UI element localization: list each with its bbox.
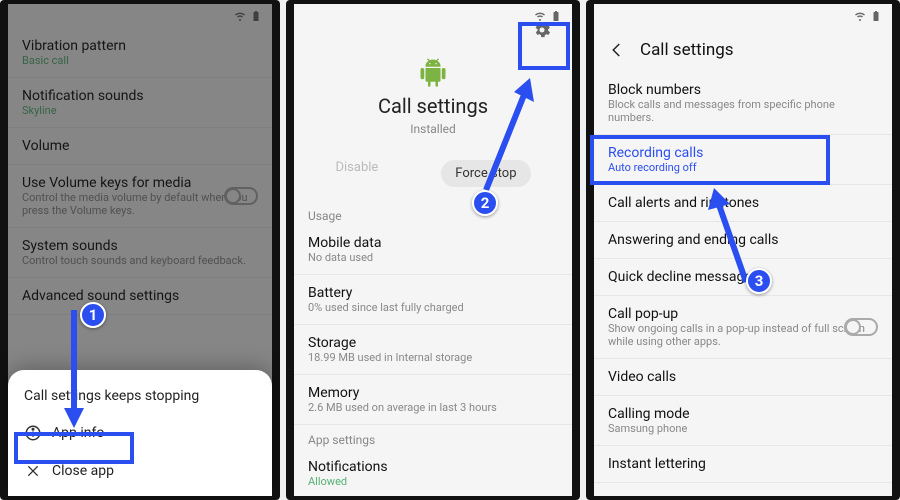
crash-dialog: Call settings keeps stopping App info Clo…	[8, 370, 272, 496]
header-bar: Call settings	[594, 28, 892, 72]
row-notifications[interactable]: Notifications Allowed	[294, 449, 572, 496]
row-title: Use Volume keys for media	[22, 175, 258, 191]
row-subtitle: Samsung phone	[608, 422, 878, 435]
settings-row[interactable]: Advanced sound settings	[8, 278, 272, 315]
row-title: Storage	[308, 335, 558, 351]
call-settings-row[interactable]: Call alerts and ringtones	[594, 185, 892, 222]
row-title: Block numbers	[608, 82, 878, 98]
dialog-action-label: App info	[52, 425, 104, 441]
status-bar	[594, 4, 892, 28]
row-subtitle: No data used	[308, 251, 558, 264]
step-badge-3: 3	[746, 268, 772, 294]
call-settings-row[interactable]: Block numbersBlock calls and messages fr…	[594, 72, 892, 135]
screen-call-settings: Call settings Block numbersBlock calls a…	[594, 4, 892, 496]
row-title: Volume	[22, 138, 258, 154]
settings-row[interactable]: System soundsControl touch sounds and ke…	[8, 228, 272, 278]
app-action-row: Disable Force stop	[294, 146, 572, 201]
toggle-switch[interactable]	[224, 187, 258, 205]
dialog-action-info[interactable]: App info	[8, 414, 272, 452]
app-installed-label: Installed	[304, 122, 562, 136]
row-subtitle: Allowed	[308, 475, 558, 488]
row-title: Advanced sound settings	[22, 288, 258, 304]
battery-icon	[870, 10, 882, 22]
row-title: Call alerts and ringtones	[608, 195, 878, 211]
toggle-switch[interactable]	[844, 318, 878, 336]
force-stop-button[interactable]: Force stop	[441, 160, 530, 187]
row-title: Mobile data	[308, 235, 558, 251]
row-title: Battery	[308, 285, 558, 301]
wifi-icon	[854, 10, 866, 22]
usage-row[interactable]: Mobile dataNo data used	[294, 225, 572, 275]
phone-panel-1: Vibration patternBasic callNotification …	[0, 0, 280, 500]
row-subtitle: Auto recording off	[608, 161, 878, 174]
call-settings-row[interactable]: Answering and ending calls	[594, 222, 892, 259]
settings-row[interactable]: Use Volume keys for mediaControl the med…	[8, 165, 272, 228]
row-title: Notification sounds	[22, 88, 258, 104]
section-app-settings: App settings	[294, 425, 572, 449]
back-icon[interactable]	[608, 41, 626, 59]
row-subtitle: Show ongoing calls in a pop-up instead o…	[608, 322, 878, 348]
row-subtitle: Control touch sounds and keyboard feedba…	[22, 254, 258, 267]
row-subtitle: Skyline	[22, 104, 258, 117]
row-title: Memory	[308, 385, 558, 401]
row-title: Call pop-up	[608, 306, 878, 322]
row-subtitle: 2.6 MB used on average in last 3 hours	[308, 401, 558, 414]
app-name: Call settings	[304, 94, 562, 118]
row-title: Notifications	[308, 459, 558, 475]
settings-row[interactable]: Vibration patternBasic call	[8, 28, 272, 78]
row-title: Calling mode	[608, 406, 878, 422]
phone-panel-2: Call settings Installed Disable Force st…	[286, 0, 580, 500]
app-header: Call settings Installed	[294, 28, 572, 146]
settings-row[interactable]: Volume	[8, 128, 272, 165]
battery-icon	[250, 10, 262, 22]
row-title: Recording calls	[608, 145, 878, 161]
info-icon	[24, 424, 42, 442]
row-title: System sounds	[22, 238, 258, 254]
row-title: Quick decline messages	[608, 269, 878, 285]
row-title: Vibration pattern	[22, 38, 258, 54]
header-title: Call settings	[640, 40, 734, 60]
dialog-heading: Call settings keeps stopping	[8, 382, 272, 414]
call-settings-row[interactable]: Quick decline messages	[594, 259, 892, 296]
row-subtitle: Block calls and messages from specific p…	[608, 98, 878, 124]
status-bar	[8, 4, 272, 28]
step-badge-2: 2	[472, 190, 498, 216]
settings-row[interactable]: Notification soundsSkyline	[8, 78, 272, 128]
dialog-action-close[interactable]: Close app	[8, 452, 272, 490]
usage-row[interactable]: Battery0% used since last fully charged	[294, 275, 572, 325]
call-settings-row[interactable]: Video calls	[594, 359, 892, 396]
dialog-action-label: Close app	[52, 463, 114, 479]
usage-row[interactable]: Storage18.99 MB used in Internal storage	[294, 325, 572, 375]
android-icon	[418, 58, 448, 88]
row-subtitle: Basic call	[22, 54, 258, 67]
disable-button[interactable]: Disable	[335, 160, 378, 187]
section-usage: Usage	[294, 201, 572, 225]
step-badge-1: 1	[80, 302, 106, 328]
close-icon	[24, 462, 42, 480]
row-subtitle: Control the media volume by default when…	[22, 191, 258, 217]
row-title: Answering and ending calls	[608, 232, 878, 248]
row-subtitle: 18.99 MB used in Internal storage	[308, 351, 558, 364]
call-settings-row[interactable]: Instant lettering	[594, 446, 892, 483]
call-settings-row[interactable]: Recording callsAuto recording off	[594, 135, 892, 185]
call-settings-row[interactable]: Calling modeSamsung phone	[594, 396, 892, 446]
call-settings-row[interactable]: Call pop-upShow ongoing calls in a pop-u…	[594, 296, 892, 359]
usage-row[interactable]: Memory2.6 MB used on average in last 3 h…	[294, 375, 572, 425]
row-title: Instant lettering	[608, 456, 878, 472]
screen-app-info: Call settings Installed Disable Force st…	[294, 4, 572, 496]
phone-panel-3: Call settings Block numbersBlock calls a…	[586, 0, 900, 500]
wifi-icon	[234, 10, 246, 22]
row-title: Video calls	[608, 369, 878, 385]
row-subtitle: 0% used since last fully charged	[308, 301, 558, 314]
